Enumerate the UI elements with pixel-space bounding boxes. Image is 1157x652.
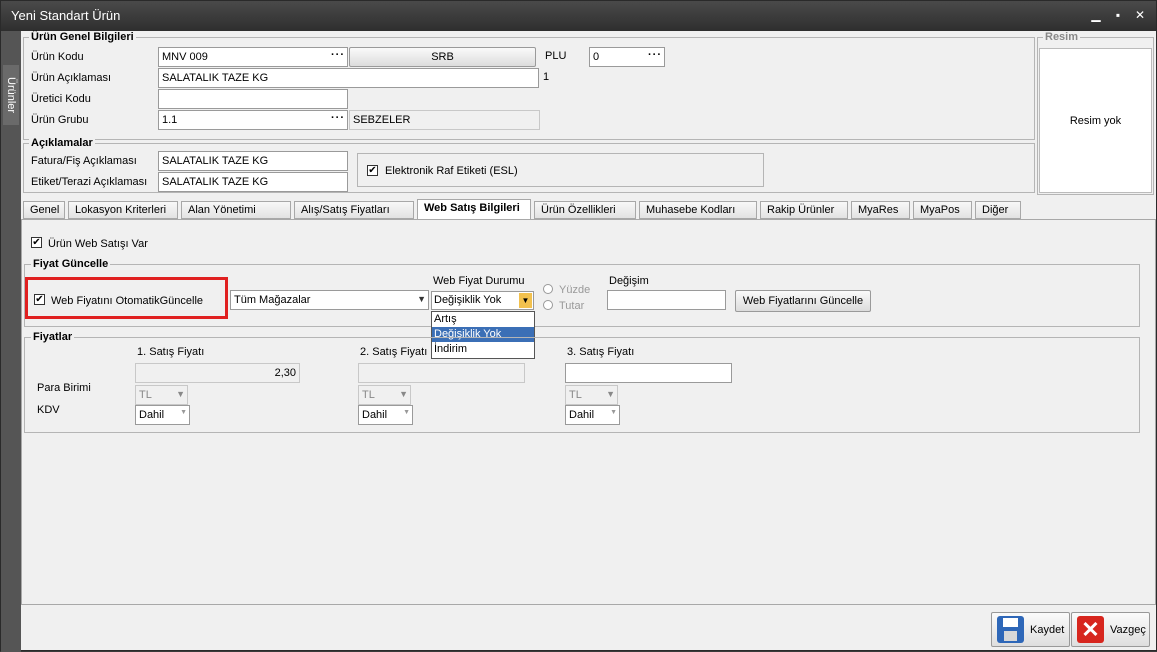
- web-sale-label: Ürün Web Satışı Var: [48, 238, 148, 250]
- close-icon[interactable]: ✕: [1131, 7, 1149, 23]
- desc-label: Ürün Açıklaması: [31, 72, 112, 84]
- cancel-label: Vazgeç: [1110, 624, 1146, 636]
- status-label: Web Fiyat Durumu: [433, 275, 525, 287]
- tab-myares[interactable]: MyaRes: [851, 201, 910, 219]
- web-sale-checkbox[interactable]: ✔: [31, 237, 42, 248]
- lookup-icon[interactable]: ···: [331, 112, 345, 124]
- esl-checkbox[interactable]: ✔: [367, 165, 378, 176]
- price2-label: 2. Satış Fiyatı: [360, 346, 428, 358]
- cancel-x-icon: ✕: [1077, 616, 1104, 643]
- plu-input[interactable]: 0 ···: [589, 47, 665, 67]
- code-label: Ürün Kodu: [31, 51, 84, 63]
- percent-label: Yüzde: [559, 284, 591, 296]
- desc-suffix: 1: [543, 71, 550, 83]
- currency-label: Para Birimi: [37, 382, 91, 394]
- desc-input[interactable]: SALATALIK TAZE KG: [158, 68, 539, 88]
- unit-button[interactable]: SRB: [349, 47, 536, 67]
- tab-genel[interactable]: Genel: [23, 201, 65, 219]
- prices-title: Fiyatlar: [31, 331, 75, 343]
- vat-label: KDV: [37, 404, 60, 416]
- status-option[interactable]: Artış: [432, 312, 534, 327]
- change-input[interactable]: [607, 290, 726, 310]
- minimize-icon[interactable]: ▁: [1087, 7, 1105, 23]
- chevron-down-icon: ▼: [403, 409, 410, 416]
- maximize-icon[interactable]: ▪: [1109, 7, 1127, 23]
- auto-update-label: Web Fiyatını OtomatikGüncelle: [51, 295, 204, 307]
- lookup-icon[interactable]: ···: [648, 49, 662, 61]
- code-input[interactable]: MNV 009 ···: [158, 47, 348, 67]
- amount-radio[interactable]: [543, 300, 553, 310]
- price1-vat[interactable]: Dahil ▼: [135, 405, 190, 425]
- tab-lokasyon[interactable]: Lokasyon Kriterleri: [68, 201, 178, 219]
- maker-label: Üretici Kodu: [31, 93, 91, 105]
- amount-label: Tutar: [559, 300, 585, 312]
- group-input[interactable]: 1.1 ···: [158, 110, 348, 130]
- auto-update-checkbox[interactable]: ✔: [34, 294, 45, 305]
- label-input[interactable]: SALATALIK TAZE KG: [158, 172, 348, 192]
- plu-label: PLU: [545, 50, 567, 62]
- change-label: Değişim: [609, 275, 649, 287]
- chevron-down-icon: ▼: [180, 409, 187, 416]
- image-empty-text: Resim yok: [1069, 115, 1122, 127]
- maker-input[interactable]: [158, 89, 348, 109]
- price1-currency[interactable]: TL ▼: [135, 385, 188, 405]
- chevron-down-icon: ▼: [399, 389, 408, 399]
- tab-diger[interactable]: Diğer: [975, 201, 1021, 219]
- label-label: Etiket/Terazi Açıklaması: [31, 176, 148, 188]
- window: Yeni Standart Ürün ▁ ▪ ✕ Ürünler Ürün Ge…: [0, 0, 1157, 652]
- price1-label: 1. Satış Fiyatı: [137, 346, 205, 358]
- notes-title: Açıklamalar: [29, 137, 95, 149]
- price2-vat[interactable]: Dahil ▼: [358, 405, 413, 425]
- tab-web-satis[interactable]: Web Satış Bilgileri: [417, 199, 531, 220]
- price2-currency[interactable]: TL ▼: [358, 385, 411, 405]
- side-panel: Ürünler: [1, 31, 21, 652]
- save-label: Kaydet: [1030, 624, 1065, 636]
- update-web-prices-button[interactable]: Web Fiyatlarını Güncelle: [735, 290, 871, 312]
- image-title: Resim: [1043, 31, 1081, 43]
- tab-muhasebe[interactable]: Muhasebe Kodları: [639, 201, 757, 219]
- price3-vat[interactable]: Dahil ▼: [565, 405, 620, 425]
- tab-rakip[interactable]: Rakip Ürünler: [760, 201, 848, 219]
- price1-input[interactable]: 2,30: [135, 363, 300, 383]
- invoice-input[interactable]: SALATALIK TAZE KG: [158, 151, 348, 171]
- main-content: Ürün Genel Bilgileri Ürün Kodu MNV 009 ··…: [21, 31, 1156, 650]
- tab-bar: Genel Lokasyon Kriterleri Alan Yönetimi …: [21, 199, 1156, 221]
- tab-alis-satis[interactable]: Alış/Satış Fiyatları: [294, 201, 414, 219]
- price2-input[interactable]: [358, 363, 525, 383]
- group-name: SEBZELER: [349, 110, 540, 130]
- chevron-down-icon: ▼: [176, 389, 185, 399]
- price-update-title: Fiyat Güncelle: [31, 258, 111, 270]
- tab-ozellikler[interactable]: Ürün Özellikleri: [534, 201, 636, 219]
- tab-alan[interactable]: Alan Yönetimi: [181, 201, 291, 219]
- group-label: Ürün Grubu: [31, 114, 89, 126]
- cancel-button[interactable]: ✕ Vazgeç: [1071, 612, 1150, 647]
- floppy-disk-icon: [997, 616, 1024, 643]
- esl-label: Elektronik Raf Etiketi (ESL): [385, 165, 518, 177]
- title-bar: Yeni Standart Ürün ▁ ▪ ✕: [1, 1, 1156, 31]
- chevron-down-icon[interactable]: ▼: [519, 293, 532, 308]
- chevron-down-icon: ▼: [610, 409, 617, 416]
- window-title: Yeni Standart Ürün: [11, 8, 121, 23]
- image-box[interactable]: Resim yok: [1039, 48, 1152, 193]
- price3-input[interactable]: [565, 363, 732, 383]
- chevron-down-icon: ▼: [417, 294, 426, 304]
- tab-myapos[interactable]: MyaPos: [913, 201, 972, 219]
- price3-label: 3. Satış Fiyatı: [567, 346, 635, 358]
- percent-radio[interactable]: [543, 284, 553, 294]
- store-select[interactable]: Tüm Mağazalar ▼: [230, 290, 429, 310]
- price3-currency[interactable]: TL ▼: [565, 385, 618, 405]
- lookup-icon[interactable]: ···: [331, 49, 345, 61]
- side-tab-urunler[interactable]: Ürünler: [3, 65, 19, 125]
- invoice-label: Fatura/Fiş Açıklaması: [31, 155, 137, 167]
- save-button[interactable]: Kaydet: [991, 612, 1070, 647]
- general-title: Ürün Genel Bilgileri: [29, 31, 136, 43]
- status-select[interactable]: Değişiklik Yok ▼: [431, 291, 534, 310]
- chevron-down-icon: ▼: [606, 389, 615, 399]
